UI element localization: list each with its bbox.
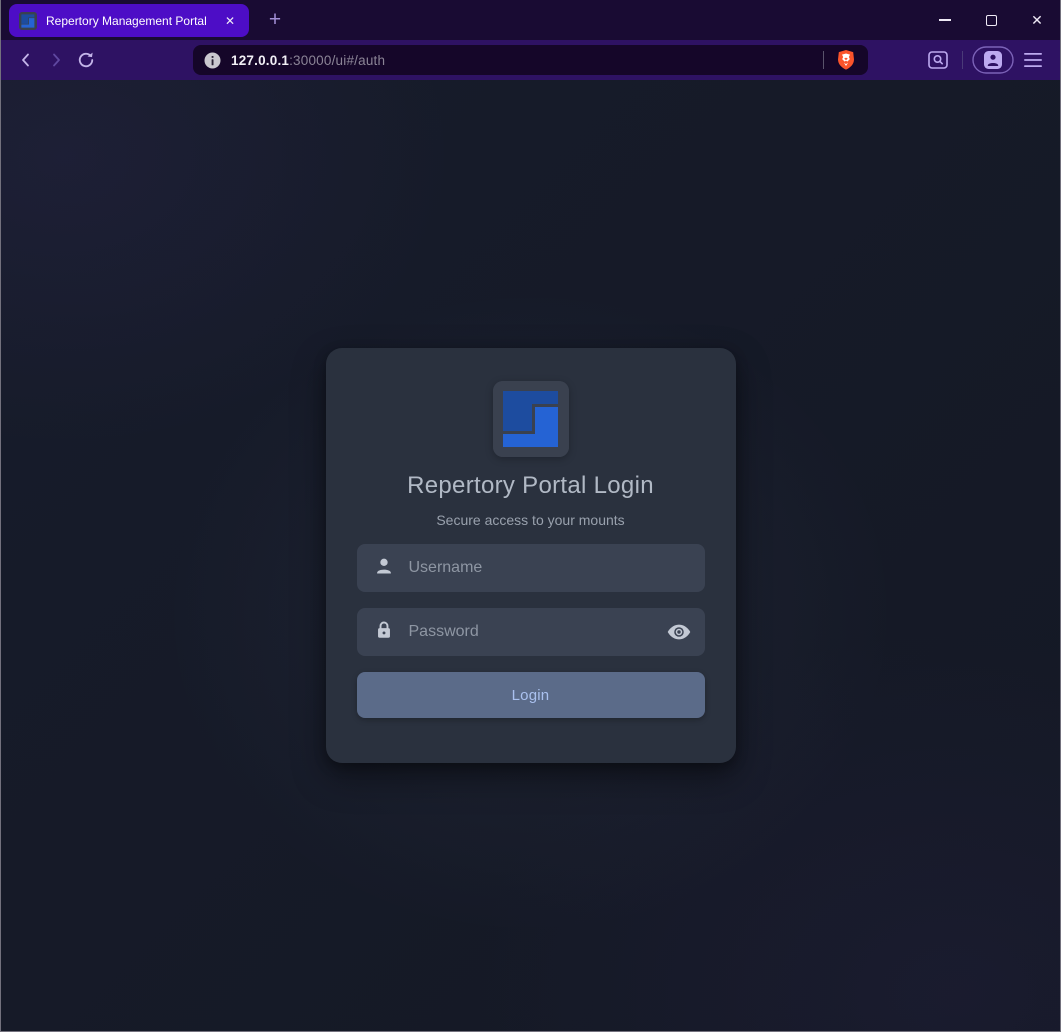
window-minimize-button[interactable]: [922, 0, 968, 40]
url-host: 127.0.0.1: [231, 53, 289, 68]
chevron-right-icon: [47, 51, 65, 69]
toolbar-divider: [962, 51, 963, 69]
maximize-icon: [986, 15, 997, 26]
lock-icon: [373, 619, 395, 646]
repertory-logo-icon: [19, 12, 37, 30]
toolbar-right-group: [923, 45, 1048, 75]
tab-title: Repertory Management Portal: [46, 14, 212, 28]
username-input[interactable]: [409, 559, 689, 577]
browser-tab[interactable]: Repertory Management Portal ✕: [9, 4, 249, 37]
new-tab-button[interactable]: +: [261, 6, 289, 34]
back-button[interactable]: [11, 45, 41, 75]
forward-button[interactable]: [41, 45, 71, 75]
address-bar[interactable]: 127.0.0.1:30000/ui#/auth: [193, 45, 868, 75]
username-field[interactable]: [357, 544, 705, 592]
login-card: Repertory Portal Login Secure access to …: [326, 348, 736, 763]
browser-toolbar: 127.0.0.1:30000/ui#/auth: [1, 40, 1060, 80]
url-text: 127.0.0.1:30000/ui#/auth: [231, 53, 385, 68]
login-subtitle: Secure access to your mounts: [436, 512, 624, 528]
window-controls: ✕: [922, 0, 1060, 40]
minimize-icon: [939, 19, 951, 21]
reload-icon: [76, 50, 96, 70]
chevron-left-icon: [17, 51, 35, 69]
hamburger-menu-icon[interactable]: [1018, 45, 1048, 75]
password-field[interactable]: [357, 608, 705, 656]
page-background: Repertory Portal Login Secure access to …: [1, 80, 1060, 1031]
window-maximize-button[interactable]: [968, 0, 1014, 40]
site-info-icon[interactable]: [201, 49, 223, 71]
reload-button[interactable]: [71, 45, 101, 75]
eye-visibility-icon[interactable]: [665, 618, 693, 646]
urlbar-divider: [823, 51, 824, 69]
login-button[interactable]: Login: [357, 672, 705, 718]
sidebar-search-icon[interactable]: [923, 45, 953, 75]
profile-badge-icon[interactable]: [972, 46, 1014, 74]
window-close-button[interactable]: ✕: [1014, 0, 1060, 40]
browser-titlebar: Repertory Management Portal ✕ + ✕: [1, 0, 1060, 40]
password-input[interactable]: [409, 623, 651, 641]
browser-window: Repertory Management Portal ✕ + ✕: [0, 0, 1061, 1032]
login-title: Repertory Portal Login: [407, 472, 654, 500]
person-icon: [373, 555, 395, 582]
brave-shield-icon[interactable]: [834, 48, 858, 72]
url-path: :30000/ui#/auth: [289, 53, 385, 68]
tab-close-icon[interactable]: ✕: [221, 12, 239, 30]
close-icon: ✕: [1031, 13, 1043, 27]
repertory-logo-icon: [493, 381, 569, 457]
